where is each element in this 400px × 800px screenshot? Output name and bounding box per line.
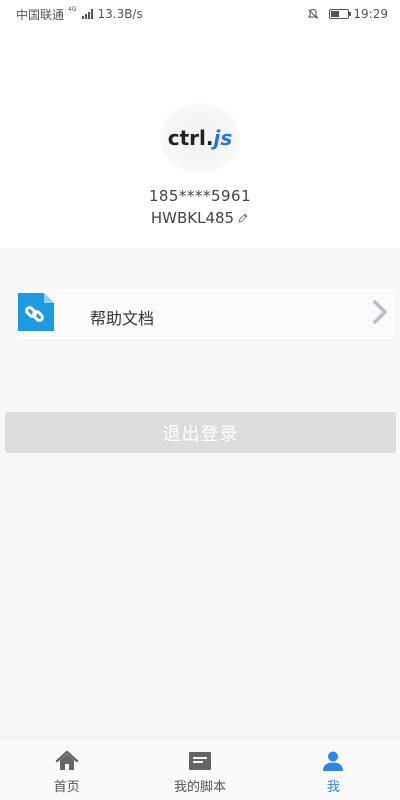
tab-me-label: 我 <box>326 780 340 795</box>
tab-me[interactable]: 我 <box>267 738 400 800</box>
tab-my-scripts[interactable]: 我的脚本 <box>133 738 266 800</box>
network-speed: 13.3B/s <box>97 7 143 21</box>
phone-number: 185****5961 <box>148 187 252 205</box>
home-icon <box>55 750 78 770</box>
username: HWBKL485 <box>150 209 235 227</box>
avatar-logo-accent: js <box>213 126 233 150</box>
carrier-label: 中国联通 <box>16 7 65 22</box>
status-right: 19:29 <box>307 7 388 21</box>
mute-bell-icon <box>308 8 319 19</box>
profile-header: ctrl. js 185****5961 HWBKL485 <box>0 28 400 248</box>
chevron-right-icon <box>373 300 387 324</box>
tab-home[interactable]: 首页 <box>0 738 133 800</box>
script-icon <box>188 752 211 770</box>
tab-home-label: 首页 <box>53 780 80 795</box>
menu-item-label: 帮助文档 <box>90 309 155 328</box>
bottom-nav: 首页 我的脚本 我 <box>0 737 400 800</box>
link-document-icon <box>18 293 54 331</box>
network-type-label: 4G <box>68 6 77 13</box>
battery-icon <box>329 9 352 19</box>
tab-my-scripts-label: 我的脚本 <box>173 780 226 795</box>
signal-icon <box>82 9 94 19</box>
edit-pencil-icon[interactable] <box>237 212 249 224</box>
menu-item-help-docs[interactable]: 帮助文档 <box>18 289 394 341</box>
avatar[interactable]: ctrl. js <box>160 103 240 173</box>
clock: 19:29 <box>353 7 388 21</box>
username-row[interactable]: HWBKL485 <box>151 209 249 227</box>
battery-fill <box>331 11 340 17</box>
status-left: 中国联通 4G 13.3B/s <box>16 6 143 23</box>
status-bar: 中国联通 4G 13.3B/s 19:29 <box>0 0 400 28</box>
user-icon <box>323 751 344 771</box>
avatar-logo-text: ctrl. <box>167 126 214 150</box>
logout-button[interactable]: 退出登录 <box>5 412 396 453</box>
